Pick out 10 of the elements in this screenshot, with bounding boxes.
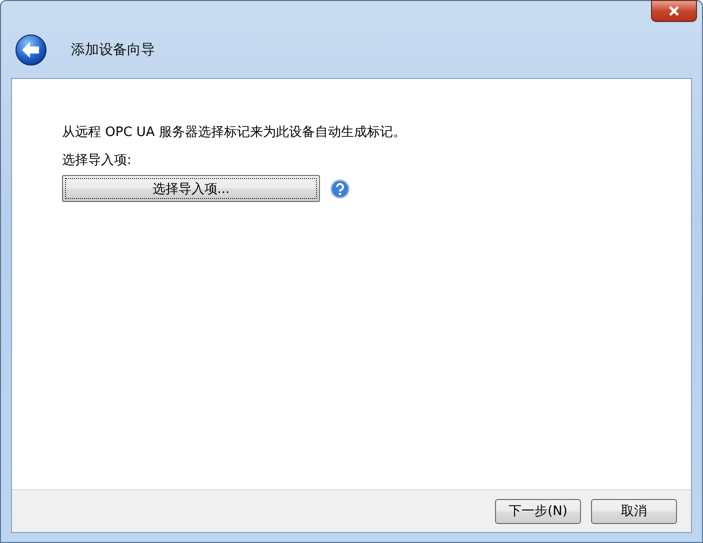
back-arrow-button[interactable] <box>15 34 47 66</box>
next-button[interactable]: 下一步(N) <box>495 498 581 524</box>
description-text: 从远程 OPC UA 服务器选择标记来为此设备自动生成标记。 <box>62 124 407 141</box>
close-icon <box>668 6 680 16</box>
select-import-button[interactable]: 选择导入项... <box>62 175 320 202</box>
help-icon[interactable] <box>330 178 350 198</box>
close-button[interactable] <box>651 0 697 22</box>
import-label: 选择导入项: <box>62 152 132 169</box>
cancel-button[interactable]: 取消 <box>591 498 677 524</box>
window-title: 添加设备向导 <box>71 40 155 58</box>
